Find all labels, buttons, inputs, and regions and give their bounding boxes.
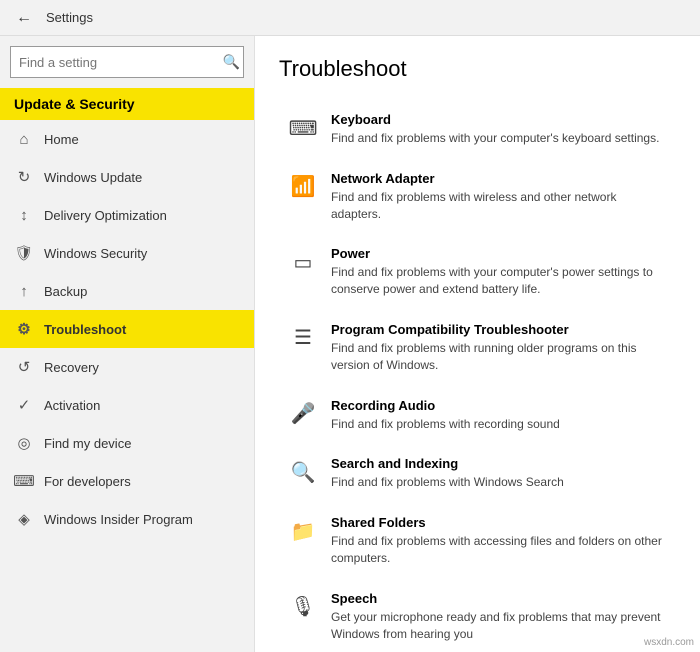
search-input[interactable] xyxy=(10,46,244,78)
sidebar-label-troubleshoot: Troubleshoot xyxy=(44,322,126,337)
sidebar: 🔍 Update & Security ⌂ Home ↻ Windows Update… xyxy=(0,36,255,652)
back-button[interactable]: ← xyxy=(10,4,38,32)
sidebar-label-windows-insider: Windows Insider Program xyxy=(44,512,193,527)
sidebar-label-activation: Activation xyxy=(44,398,100,413)
title-bar-title: Settings xyxy=(46,10,93,25)
speech-icon: 🎙 xyxy=(289,593,317,621)
recording-audio-desc: Find and fix problems with recording sou… xyxy=(331,416,560,433)
trouble-item-power[interactable]: ▭ Power Find and fix problems with your co… xyxy=(279,234,676,310)
sidebar-label-backup: Backup xyxy=(44,284,87,299)
power-icon: ▭ xyxy=(289,248,317,276)
sidebar-item-activation[interactable]: ✓ Activation xyxy=(0,386,254,424)
speech-name: Speech xyxy=(331,591,666,606)
sidebar-item-find-my-device[interactable]: ◎ Find my device xyxy=(0,424,254,462)
watermark: wsxdn.com xyxy=(644,637,694,648)
search-indexing-icon: 🔍 xyxy=(289,458,317,486)
sidebar-item-troubleshoot[interactable]: ⚙ Troubleshoot xyxy=(0,310,254,348)
shared-folders-desc: Find and fix problems with accessing fil… xyxy=(331,533,666,567)
search-indexing-name: Search and Indexing xyxy=(331,456,564,471)
home-icon: ⌂ xyxy=(14,129,34,149)
windows-update-icon: ↻ xyxy=(14,167,34,187)
sidebar-item-for-developers[interactable]: ⌨ For developers xyxy=(0,462,254,500)
main-container: 🔍 Update & Security ⌂ Home ↻ Windows Update… xyxy=(0,36,700,652)
power-name: Power xyxy=(331,246,666,261)
find-my-device-icon: ◎ xyxy=(14,433,34,453)
search-indexing-desc: Find and fix problems with Windows Searc… xyxy=(331,474,564,491)
trouble-list: ⌨ Keyboard Find and fix problems with your… xyxy=(279,100,676,652)
troubleshoot-icon: ⚙ xyxy=(14,319,34,339)
trouble-item-program-compatibility[interactable]: ☰ Program Compatibility Troubleshooter Fin… xyxy=(279,310,676,386)
delivery-optimization-icon: ↕ xyxy=(14,205,34,225)
sidebar-item-delivery-optimization[interactable]: ↕ Delivery Optimization xyxy=(0,196,254,234)
keyboard-name: Keyboard xyxy=(331,112,659,127)
title-bar: ← Settings xyxy=(0,0,700,36)
keyboard-desc: Find and fix problems with your computer… xyxy=(331,130,659,147)
network-adapter-desc: Find and fix problems with wireless and … xyxy=(331,189,666,223)
sidebar-label-windows-security: Windows Security xyxy=(44,246,147,261)
sidebar-item-windows-security[interactable]: 🛡 Windows Security xyxy=(0,234,254,272)
windows-security-icon: 🛡 xyxy=(14,243,34,263)
sidebar-label-windows-update: Windows Update xyxy=(44,170,142,185)
power-desc: Find and fix problems with your computer… xyxy=(331,264,666,298)
trouble-item-shared-folders[interactable]: 📁 Shared Folders Find and fix problems wit… xyxy=(279,503,676,579)
program-compatibility-name: Program Compatibility Troubleshooter xyxy=(331,322,666,337)
sidebar-item-recovery[interactable]: ↺ Recovery xyxy=(0,348,254,386)
network-adapter-name: Network Adapter xyxy=(331,171,666,186)
program-compatibility-desc: Find and fix problems with running older… xyxy=(331,340,666,374)
speech-desc: Get your microphone ready and fix proble… xyxy=(331,609,666,643)
page-title: Troubleshoot xyxy=(279,56,676,82)
keyboard-icon: ⌨ xyxy=(289,114,317,142)
sidebar-item-home[interactable]: ⌂ Home xyxy=(0,120,254,158)
trouble-item-recording-audio[interactable]: 🎤 Recording Audio Find and fix problems wi… xyxy=(279,386,676,445)
trouble-item-search-indexing[interactable]: 🔍 Search and Indexing Find and fix problem… xyxy=(279,444,676,503)
backup-icon: ↑ xyxy=(14,281,34,301)
sidebar-items: ⌂ Home ↻ Windows Update ↕ Delivery Optimizati… xyxy=(0,120,254,538)
search-icon[interactable]: 🔍 xyxy=(223,54,240,71)
network-adapter-icon: 📶 xyxy=(289,173,317,201)
trouble-item-speech[interactable]: 🎙 Speech Get your microphone ready and fix… xyxy=(279,579,676,652)
search-box: 🔍 xyxy=(10,46,244,78)
recording-audio-name: Recording Audio xyxy=(331,398,560,413)
sidebar-label-home: Home xyxy=(44,132,79,147)
recovery-icon: ↺ xyxy=(14,357,34,377)
program-compatibility-icon: ☰ xyxy=(289,324,317,352)
sidebar-label-find-my-device: Find my device xyxy=(44,436,131,451)
sidebar-label-delivery-optimization: Delivery Optimization xyxy=(44,208,167,223)
windows-insider-icon: ◈ xyxy=(14,509,34,529)
sidebar-item-backup[interactable]: ↑ Backup xyxy=(0,272,254,310)
sidebar-item-windows-insider[interactable]: ◈ Windows Insider Program xyxy=(0,500,254,538)
shared-folders-name: Shared Folders xyxy=(331,515,666,530)
sidebar-section-header[interactable]: Update & Security xyxy=(0,88,254,120)
content-area: Troubleshoot ⌨ Keyboard Find and fix probl… xyxy=(255,36,700,652)
sidebar-item-windows-update[interactable]: ↻ Windows Update xyxy=(0,158,254,196)
sidebar-label-for-developers: For developers xyxy=(44,474,131,489)
for-developers-icon: ⌨ xyxy=(14,471,34,491)
shared-folders-icon: 📁 xyxy=(289,517,317,545)
recording-audio-icon: 🎤 xyxy=(289,400,317,428)
sidebar-label-recovery: Recovery xyxy=(44,360,99,375)
trouble-item-network-adapter[interactable]: 📶 Network Adapter Find and fix problems wi… xyxy=(279,159,676,235)
trouble-item-keyboard[interactable]: ⌨ Keyboard Find and fix problems with your… xyxy=(279,100,676,159)
activation-icon: ✓ xyxy=(14,395,34,415)
